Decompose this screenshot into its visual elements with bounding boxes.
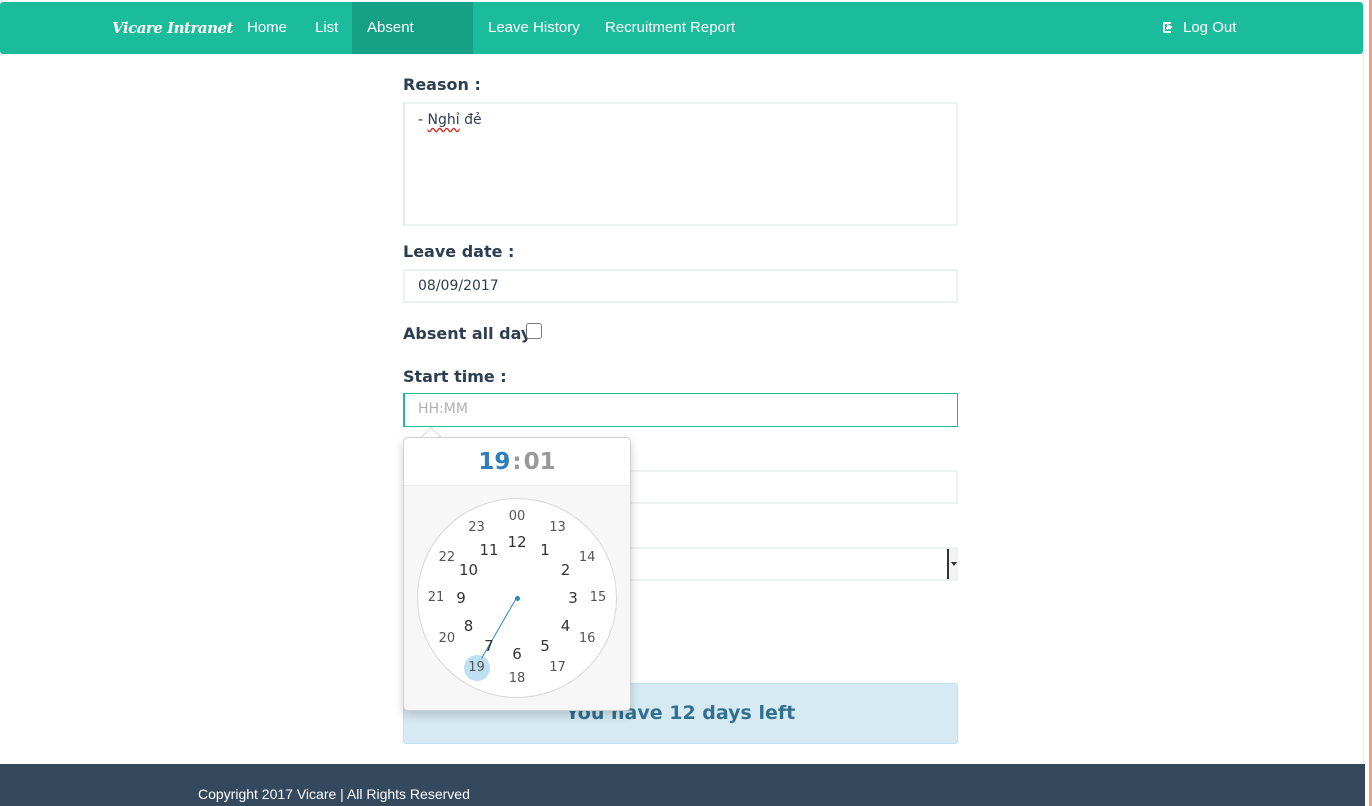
clock-hour-21[interactable]: 21 — [424, 586, 448, 610]
nav-absent-report[interactable]: Absent Report — [352, 2, 473, 88]
reason-suffix: đẻ — [459, 112, 482, 128]
clock-hour-9[interactable]: 9 — [449, 586, 473, 610]
clock-hour-3[interactable]: 3 — [561, 586, 585, 610]
brand-logo[interactable]: Vicare Intranet — [112, 19, 233, 37]
nav-list[interactable]: List — [300, 2, 353, 54]
clock-hour-11[interactable]: 11 — [477, 538, 501, 562]
clock-hour-13[interactable]: 13 — [546, 516, 570, 540]
nav-recruitment-report[interactable]: Recruitment Report — [590, 2, 750, 54]
leave-date-input[interactable]: 08/09/2017 — [403, 269, 958, 303]
clock-hour-16[interactable]: 16 — [575, 627, 599, 651]
window-edge — [1363, 0, 1372, 806]
select-caret-icon[interactable] — [947, 549, 957, 579]
clock-dial[interactable]: 00 13 14 15 16 17 18 19 20 21 22 23 12 1 2 3 4 5 6 7 8 9 10 11 — [417, 498, 617, 698]
nav-leave-history[interactable]: Leave History — [473, 2, 595, 54]
clock-hour-18[interactable]: 18 — [505, 667, 529, 691]
top-navbar: Vicare Intranet Home List Absent Report … — [0, 2, 1363, 88]
clock-center-dot — [514, 595, 520, 601]
absent-all-day-checkbox[interactable] — [526, 323, 542, 339]
clock-hour-14[interactable]: 14 — [575, 546, 599, 570]
clockpicker-minute[interactable]: 01 — [524, 449, 556, 475]
clock-hour-5[interactable]: 5 — [533, 634, 557, 658]
logout-label: Log Out — [1183, 19, 1237, 36]
clock-hour-2[interactable]: 2 — [553, 558, 577, 582]
clockpicker-popover: 19:01 00 13 14 15 16 17 18 19 20 21 22 23 12 1 2 3 4 5 6 7 8… — [403, 437, 631, 711]
clock-hour-10[interactable]: 10 — [457, 558, 481, 582]
clockpicker-separator: : — [512, 449, 522, 475]
copyright-text: Copyright 2017 Vicare | All Rights Reser… — [198, 786, 470, 802]
popover-arrow-inner — [422, 428, 440, 437]
clock-hour-17[interactable]: 17 — [546, 656, 570, 680]
clock-hour-15[interactable]: 15 — [586, 586, 610, 610]
clock-hour-20[interactable]: 20 — [435, 627, 459, 651]
reason-textarea[interactable]: - Nghỉ đẻ — [403, 102, 958, 226]
logout-link[interactable]: Log Out — [1163, 2, 1236, 54]
clock-hour-22[interactable]: 22 — [435, 546, 459, 570]
nav-home[interactable]: Home — [232, 2, 302, 54]
clockpicker-hour[interactable]: 19 — [478, 449, 510, 475]
clock-hour-19[interactable]: 19 — [465, 656, 489, 680]
clock-hour-7[interactable]: 7 — [477, 634, 501, 658]
leave-date-label: Leave date : — [403, 242, 515, 261]
footer: Copyright 2017 Vicare | All Rights Reser… — [0, 764, 1365, 806]
reason-spellcheck-word: Nghỉ — [427, 112, 460, 128]
reason-prefix: - — [418, 112, 428, 128]
clockpicker-header: 19:01 — [404, 438, 630, 486]
sign-out-icon — [1163, 22, 1176, 33]
start-time-field[interactable] — [403, 393, 958, 427]
reason-label: Reason : — [403, 75, 481, 94]
clock-hour-4[interactable]: 4 — [553, 614, 577, 638]
clock-hour-6[interactable]: 6 — [505, 642, 529, 666]
clock-hour-8[interactable]: 8 — [457, 614, 481, 638]
clockpicker-body: 00 13 14 15 16 17 18 19 20 21 22 23 12 1 2 3 4 5 6 7 8 9 10 11 — [404, 486, 630, 710]
clock-hour-00[interactable]: 00 — [505, 505, 529, 529]
start-time-input[interactable] — [418, 394, 944, 424]
absent-all-day-label: Absent all day — [403, 324, 532, 343]
clock-hour-23[interactable]: 23 — [465, 516, 489, 540]
start-time-label: Start time : — [403, 367, 507, 386]
clock-hour-12[interactable]: 12 — [505, 530, 529, 554]
